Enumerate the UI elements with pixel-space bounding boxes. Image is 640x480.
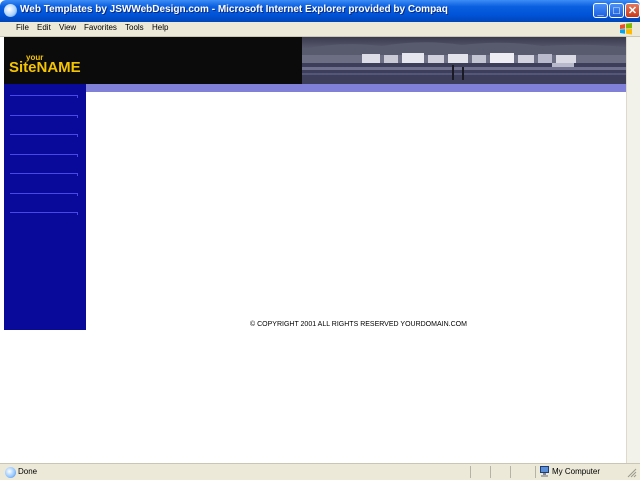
status-divider: [510, 466, 511, 478]
menu-file[interactable]: File: [16, 23, 29, 32]
status-bar: Done My Computer: [0, 463, 640, 480]
sidebar-nav: [4, 84, 86, 330]
sidebar-link-4[interactable]: [10, 154, 78, 157]
vertical-scrollbar[interactable]: [626, 37, 640, 463]
header-banner: your SiteNAME: [4, 37, 302, 84]
ie-icon: [4, 4, 17, 17]
maximize-button[interactable]: □: [609, 3, 624, 18]
header-stripe: [86, 84, 626, 92]
security-zone: My Computer: [552, 467, 601, 476]
sidebar-link-1[interactable]: [10, 95, 78, 98]
copyright-text: © COPYRIGHT 2001 ALL RIGHTS RESERVED YOU…: [250, 321, 467, 328]
window-title: Web Templates by JSWWebDesign.com - Micr…: [20, 4, 448, 15]
title-bar: Web Templates by JSWWebDesign.com - Micr…: [0, 0, 640, 22]
menu-view[interactable]: View: [59, 23, 76, 32]
status-divider: [490, 466, 491, 478]
menu-tools[interactable]: Tools: [125, 23, 144, 32]
status-divider: [470, 466, 471, 478]
menu-edit[interactable]: Edit: [37, 23, 51, 32]
ie-page-icon: [5, 467, 16, 478]
menu-bar: File Edit View Favorites Tools Help: [0, 22, 640, 37]
sidebar-link-6[interactable]: [10, 193, 78, 196]
page-viewport: your SiteNAME © COPYRIGHT 2001 ALL RIGHT…: [4, 37, 626, 463]
sidebar-link-7[interactable]: [10, 212, 78, 215]
sidebar-link-5[interactable]: [10, 173, 78, 176]
windows-logo-icon: [620, 23, 632, 35]
close-button[interactable]: ✕: [625, 3, 640, 18]
status-text: Done: [18, 467, 38, 476]
status-divider: [535, 466, 536, 478]
computer-icon: [540, 466, 549, 477]
sidebar-link-2[interactable]: [10, 115, 78, 118]
minimize-button[interactable]: _: [593, 3, 608, 18]
menu-favorites[interactable]: Favorites: [84, 23, 117, 32]
header-photo: [302, 37, 626, 84]
sidebar-link-3[interactable]: [10, 134, 78, 137]
site-logo: SiteNAME: [9, 59, 81, 76]
menu-help[interactable]: Help: [152, 23, 168, 32]
resize-grip-icon[interactable]: [627, 468, 637, 478]
